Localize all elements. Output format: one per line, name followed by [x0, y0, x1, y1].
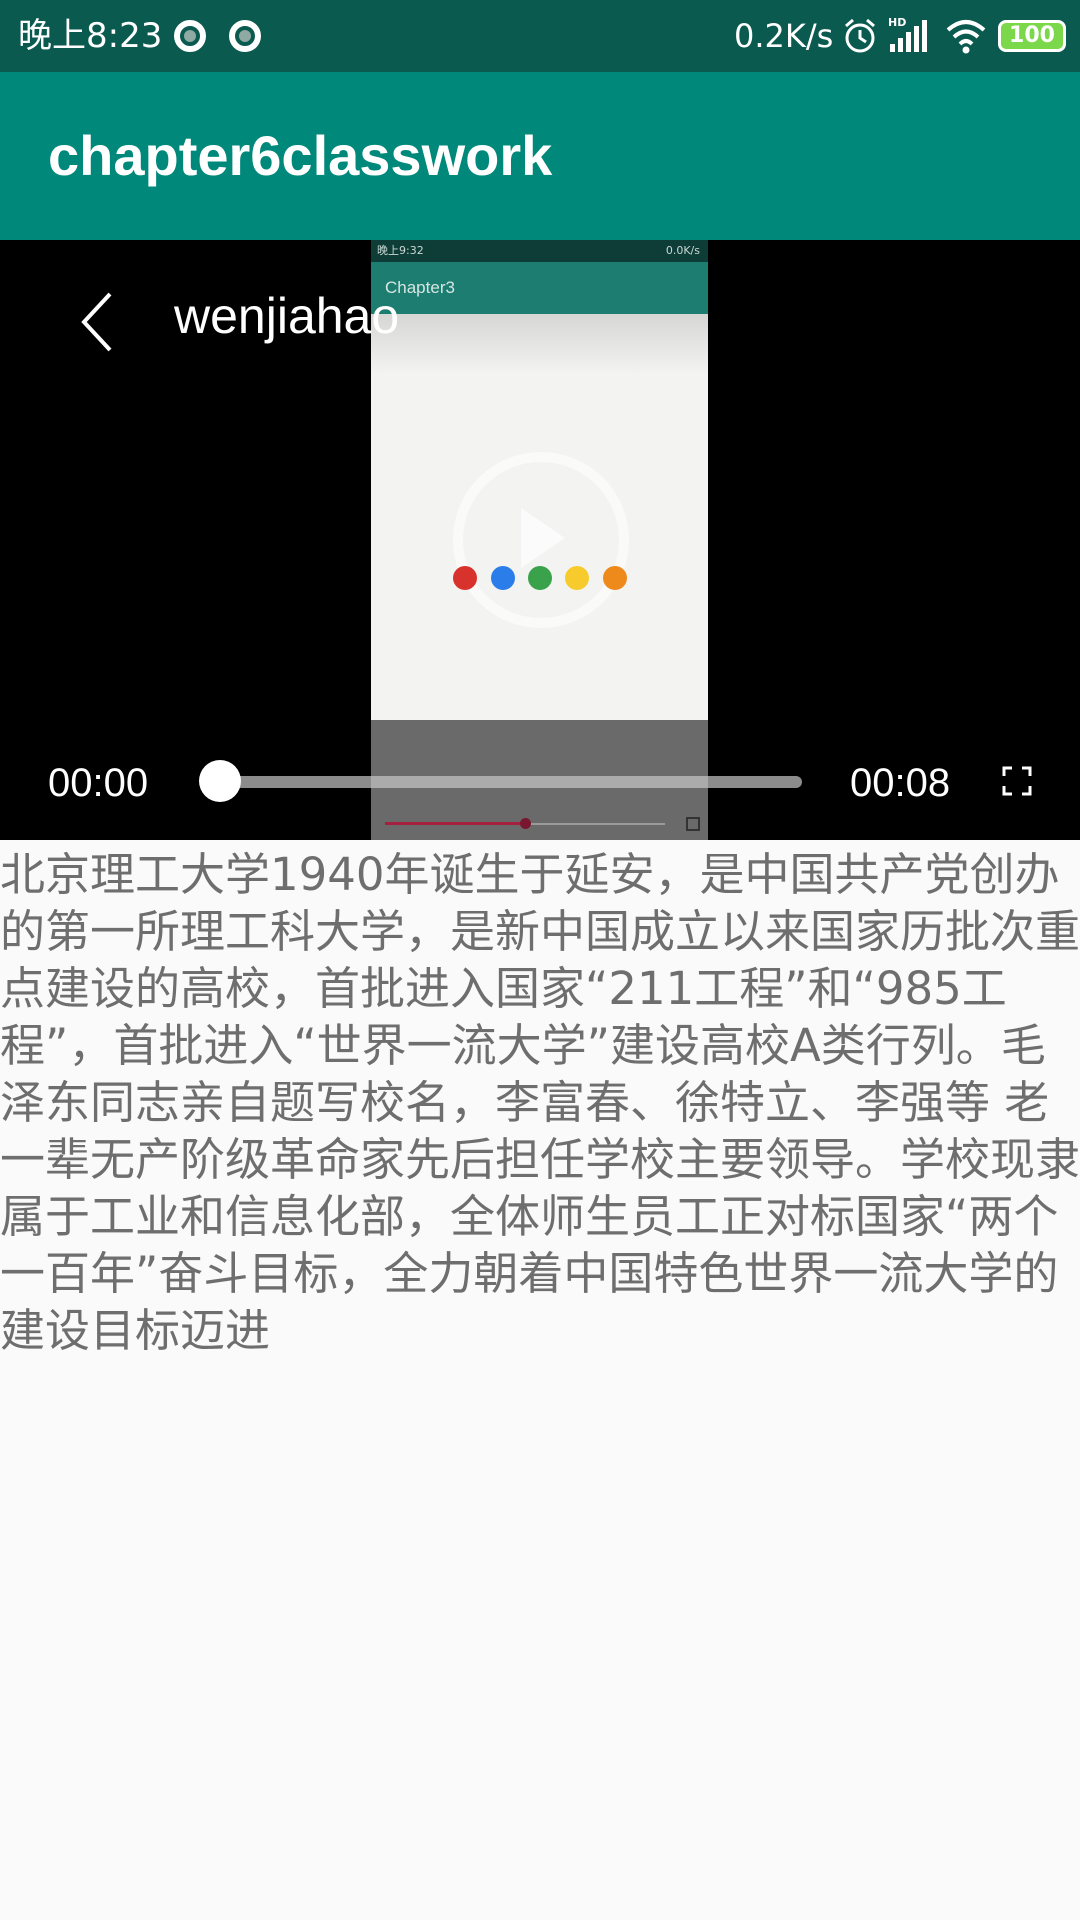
- battery-icon: 100: [998, 20, 1066, 52]
- loading-dot: [603, 566, 627, 590]
- video-frame[interactable]: 晚上9:32 0.0K/s Chapter3: [371, 240, 708, 840]
- video-frame-speed: 0.0K/s: [665, 244, 700, 257]
- network-speed: 0.2K/s: [734, 17, 834, 55]
- play-icon: [521, 508, 565, 568]
- video-frame-app-bar: Chapter3: [371, 262, 708, 314]
- fullscreen-icon[interactable]: [1002, 766, 1032, 796]
- svg-text:HD: HD: [888, 16, 906, 29]
- status-time: 晚上8:23: [18, 16, 163, 56]
- loading-dot: [528, 566, 552, 590]
- app-bar: chapter6classwork: [0, 72, 1080, 240]
- wifi-icon: [946, 20, 986, 54]
- seekbar-thumb[interactable]: [199, 760, 241, 802]
- description-text: 北京理工大学1940年诞生于延安，是中国共产党创办的第一所理工科大学，是新中国成…: [0, 848, 1080, 1357]
- alarm-icon: [845, 18, 875, 53]
- current-time: 00:00: [48, 761, 149, 805]
- video-frame-seek-thumb: [520, 818, 531, 829]
- notification-icon: [174, 20, 206, 52]
- loading-dot: [491, 566, 515, 590]
- video-frame-seekbar-fill: [385, 822, 525, 825]
- video-frame-time: 晚上9:32: [377, 244, 424, 257]
- app-title: chapter6classwork: [48, 124, 553, 187]
- loading-dot: [565, 566, 589, 590]
- back-icon[interactable]: [70, 288, 126, 356]
- video-player[interactable]: 晚上9:32 0.0K/s Chapter3 wenjiahao 00:00 0…: [0, 240, 1080, 840]
- status-bar: 晚上8:23 0.2K/s HD 100: [0, 0, 1080, 72]
- video-frame-status-bar: 晚上9:32 0.0K/s: [371, 240, 708, 262]
- seekbar[interactable]: [220, 776, 802, 788]
- video-frame-shade: [371, 314, 708, 374]
- loading-dot: [453, 566, 477, 590]
- notification-icon: [229, 20, 261, 52]
- video-title: wenjiahao: [174, 288, 400, 344]
- video-frame-fullscreen-icon: [686, 817, 700, 831]
- hd-signal-icon: HD: [888, 16, 927, 52]
- total-time: 00:08: [850, 761, 951, 805]
